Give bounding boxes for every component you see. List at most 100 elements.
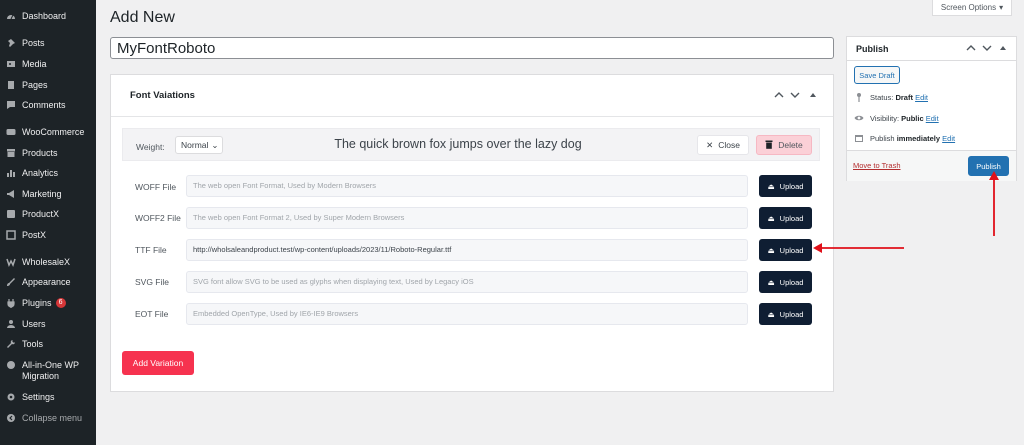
page-icon <box>6 80 16 90</box>
archive-icon <box>6 148 16 158</box>
toggle-panel-icon[interactable] <box>997 42 1009 54</box>
eot-upload-button[interactable]: ⏏ Upload <box>759 303 812 325</box>
pin-icon <box>854 92 864 102</box>
ttf-upload-button[interactable]: ⏏ Upload <box>759 239 812 261</box>
sidebar-item-appearance[interactable]: Appearance <box>0 277 96 288</box>
weight-select[interactable]: Normal ⌄ <box>175 136 223 154</box>
publish-button[interactable]: Publish <box>968 156 1009 176</box>
sidebar-item-label: WooCommerce <box>22 127 85 137</box>
woff-file-label: WOFF File <box>135 182 177 192</box>
woff2-file-input[interactable]: The web open Font Format 2, Used by Supe… <box>186 207 748 229</box>
screen-options-button[interactable]: Screen Options ▾ <box>932 0 1012 16</box>
close-icon: ✕ <box>706 139 714 150</box>
sidebar-item-wholesalex[interactable]: WholesaleX <box>0 257 96 268</box>
sidebar-item-settings[interactable]: Settings <box>0 392 96 403</box>
chevron-up-icon[interactable] <box>965 42 977 54</box>
add-variation-button[interactable]: Add Variation <box>122 351 194 375</box>
sidebar-item-productx[interactable]: ProductX <box>0 209 96 220</box>
upload-icon: ⏏ <box>767 277 775 287</box>
sidebar-item-postx[interactable]: PostX <box>0 230 96 241</box>
sidebar-item-label: Collapse menu <box>22 413 83 423</box>
eot-file-label: EOT File <box>135 309 169 319</box>
post-title-input[interactable] <box>110 37 834 59</box>
publish-metabox: Publish Save Draft Status: Draft Edit Vi… <box>846 36 1017 181</box>
sidebar-item-marketing[interactable]: Marketing <box>0 189 96 200</box>
woff-upload-button[interactable]: ⏏ Upload <box>759 175 812 197</box>
calendar-icon <box>854 133 864 143</box>
chevron-up-icon[interactable] <box>773 89 785 101</box>
sidebar-item-analytics[interactable]: Analytics <box>0 168 96 179</box>
productx-icon <box>6 209 16 219</box>
megaphone-icon <box>6 189 16 199</box>
font-preview-text: The quick brown fox jumps over the lazy … <box>334 137 582 151</box>
move-to-trash-link[interactable]: Move to Trash <box>853 161 901 170</box>
collapse-menu-button[interactable]: Collapse menu <box>0 413 96 424</box>
sidebar-item-dashboard[interactable]: Dashboard <box>0 11 96 22</box>
sidebar-item-pages[interactable]: Pages <box>0 80 96 91</box>
publish-value: immediately <box>896 133 941 143</box>
status-label: Status: <box>870 92 894 102</box>
chevron-down-icon[interactable] <box>789 89 801 101</box>
sidebar-item-label: Marketing <box>22 189 62 199</box>
sidebar-item-woocommerce[interactable]: WooCommerce <box>0 127 96 138</box>
sidebar-item-label: All-in-One WP <box>22 360 80 370</box>
chevron-down-icon: ⌄ <box>211 139 219 150</box>
migration-icon <box>6 360 16 370</box>
page-title: Add New <box>110 9 175 26</box>
sidebar-item-products[interactable]: Products <box>0 148 96 159</box>
visibility-value: Public <box>901 113 924 123</box>
sidebar-item-label: Pages <box>22 80 48 90</box>
edit-status-link[interactable]: Edit <box>915 93 928 102</box>
visibility-label: Visibility: <box>870 113 900 123</box>
svg-upload-button[interactable]: ⏏ Upload <box>759 271 812 293</box>
wholesalex-icon <box>6 257 16 267</box>
ttf-file-label: TTF File <box>135 245 167 255</box>
upload-icon: ⏏ <box>767 309 775 319</box>
media-icon <box>6 59 16 69</box>
sidebar-item-label: Analytics <box>22 168 59 178</box>
toggle-panel-icon[interactable] <box>807 89 819 101</box>
woff2-upload-button[interactable]: ⏏ Upload <box>759 207 812 229</box>
publish-title: Publish <box>856 44 889 54</box>
sidebar-item-tools[interactable]: Tools <box>0 339 96 350</box>
comment-icon <box>6 100 16 110</box>
sidebar-item-media[interactable]: Media <box>0 59 96 70</box>
variation-header: Weight: Normal ⌄ The quick brown fox jum… <box>122 128 820 161</box>
edit-schedule-link[interactable]: Edit <box>942 134 955 143</box>
divider <box>847 60 1016 61</box>
sidebar-item-label: PostX <box>22 230 47 240</box>
admin-sidebar: Dashboard Posts Media Pages Comments Woo… <box>0 0 96 445</box>
font-variations-metabox: Font Vaiations Weight: Normal ⌄ The quic… <box>110 74 834 392</box>
chart-icon <box>6 168 16 178</box>
sidebar-item-posts[interactable]: Posts <box>0 38 96 49</box>
upload-icon: ⏏ <box>767 181 775 191</box>
sidebar-item-migration[interactable]: All-in-One WP Migration <box>0 360 96 382</box>
svg-file-input[interactable]: SVG font allow SVG to be used as glyphs … <box>186 271 748 293</box>
sidebar-item-users[interactable]: Users <box>0 319 96 330</box>
delete-button[interactable]: Delete <box>756 135 812 155</box>
sidebar-item-label-line2: Migration <box>22 371 60 381</box>
sidebar-item-label: Dashboard <box>22 11 67 21</box>
ttf-file-input[interactable]: http://wholsaleandproduct.test/wp-conten… <box>186 239 748 261</box>
woff-file-input[interactable]: The web open Font Format, Used by Modern… <box>186 175 748 197</box>
status-row: Status: Draft Edit <box>854 92 928 102</box>
sidebar-item-label: Settings <box>22 392 55 402</box>
sidebar-item-comments[interactable]: Comments <box>0 100 96 111</box>
woff2-file-label: WOFF2 File <box>135 213 181 223</box>
sidebar-item-plugins[interactable]: Plugins 6 <box>0 298 96 309</box>
status-value: Draft <box>895 92 913 102</box>
sidebar-item-label: Comments <box>22 100 66 110</box>
collapse-icon <box>6 413 16 423</box>
save-draft-button[interactable]: Save Draft <box>854 66 900 84</box>
sidebar-item-label: Products <box>22 148 58 158</box>
settings-icon <box>6 392 16 402</box>
edit-visibility-link[interactable]: Edit <box>926 114 939 123</box>
schedule-row: Publish immediately Edit <box>854 133 955 143</box>
brush-icon <box>6 277 16 287</box>
close-button[interactable]: ✕ Close <box>697 135 749 155</box>
publish-label: Publish <box>870 133 895 143</box>
eot-file-input[interactable]: Embedded OpenType, Used by IE6-IE9 Brows… <box>186 303 748 325</box>
sidebar-item-label: Posts <box>22 38 45 48</box>
chevron-down-icon[interactable] <box>981 42 993 54</box>
divider <box>111 116 833 117</box>
